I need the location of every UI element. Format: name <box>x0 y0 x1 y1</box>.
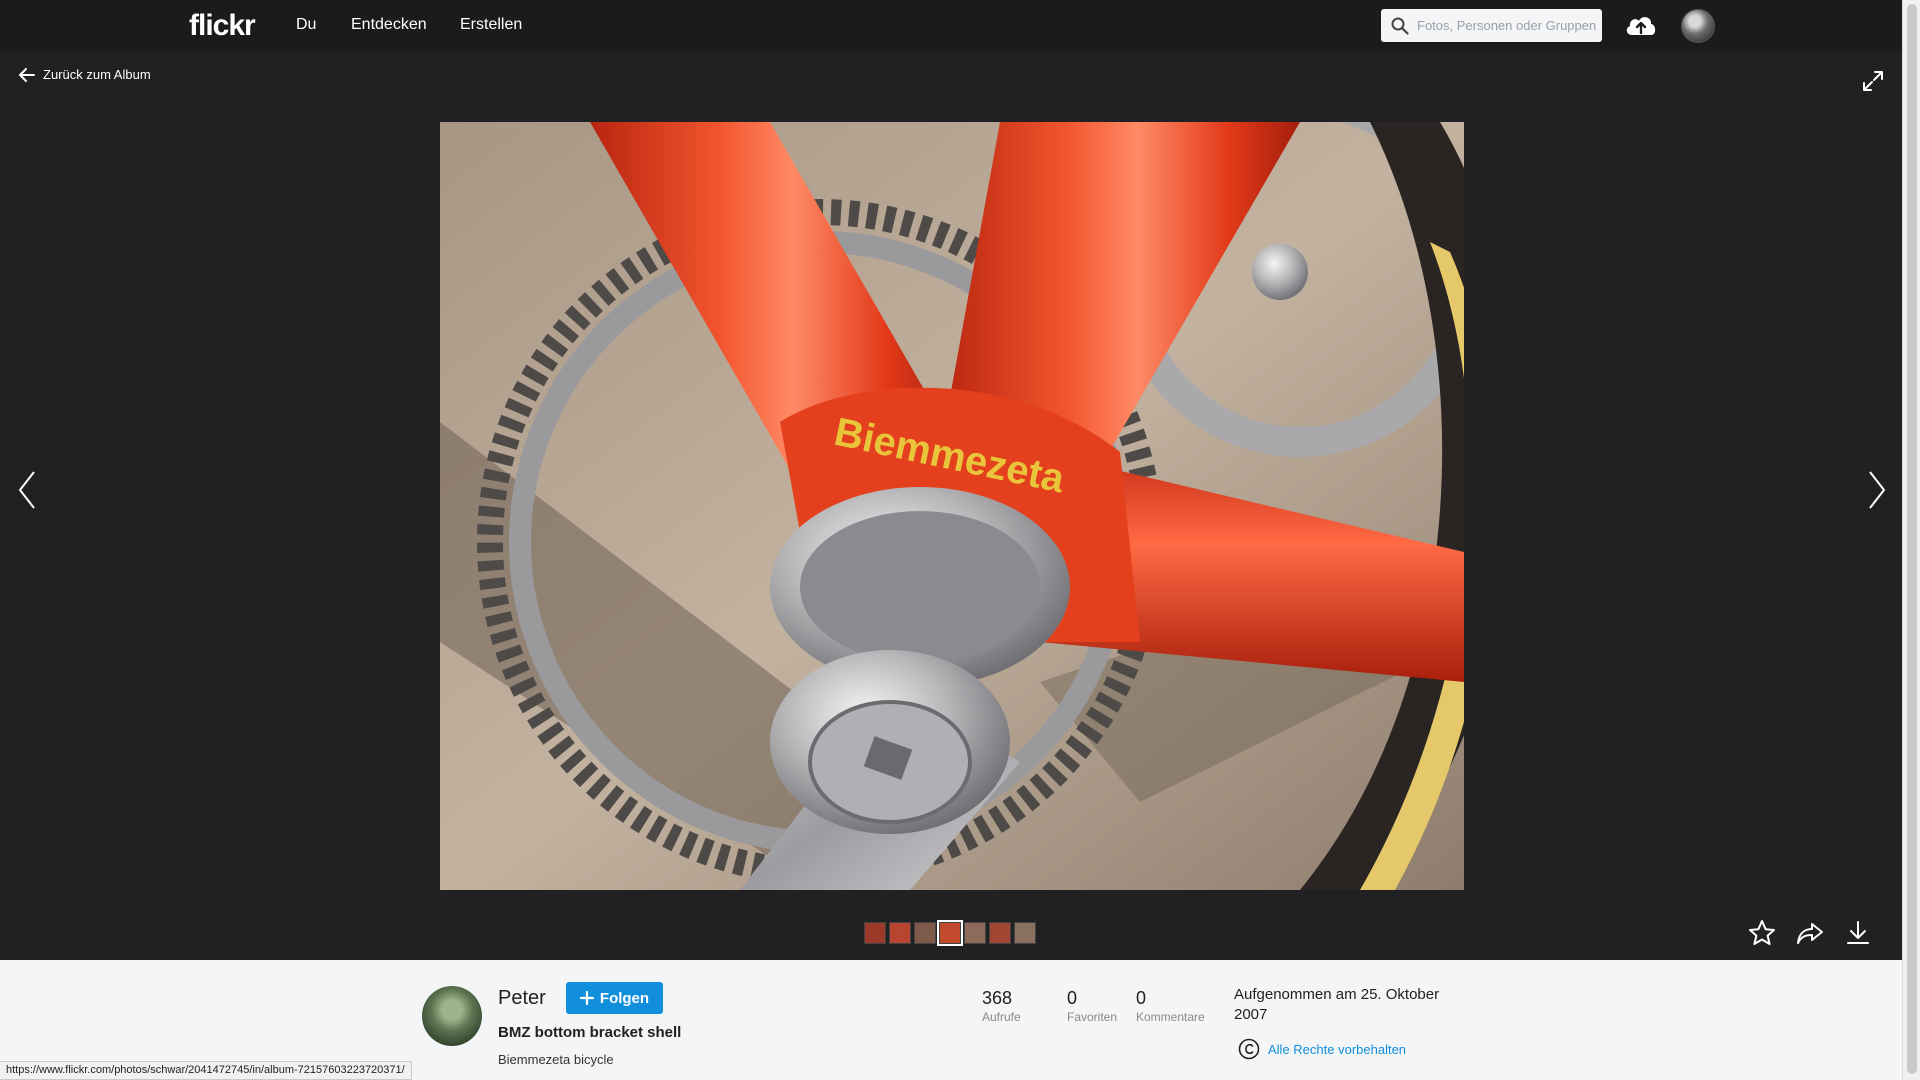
nav-link-entdecken[interactable]: Entdecken <box>351 16 427 34</box>
main-photo[interactable]: Biemmezeta <box>440 122 1464 890</box>
follow-button[interactable]: Folgen <box>566 982 663 1014</box>
browser-status-url: https://www.flickr.com/photos/schwar/204… <box>0 1061 412 1080</box>
license-text: Alle Rechte vorbehalten <box>1268 1041 1407 1057</box>
scrollbar-thumb[interactable] <box>1907 4 1917 1074</box>
nav-link-du[interactable]: Du <box>296 16 316 34</box>
thumbnail[interactable] <box>914 922 936 944</box>
photo-description: Biemmezeta bicycle <box>498 1052 614 1067</box>
photo-filmstrip <box>864 920 1036 946</box>
arrow-left-icon <box>19 67 35 82</box>
search-box[interactable] <box>1381 9 1602 42</box>
back-label: Zurück zum Album <box>43 67 151 82</box>
star-icon[interactable] <box>1747 918 1777 948</box>
next-photo-arrow-icon[interactable] <box>1866 470 1888 510</box>
stat-comments: 0 Kommentare <box>1136 988 1205 1024</box>
stat-label: Favoriten <box>1067 1010 1118 1024</box>
thumbnail[interactable] <box>989 922 1011 944</box>
thumbnail[interactable] <box>889 922 911 944</box>
photo-title: BMZ bottom bracket shell <box>498 1024 682 1041</box>
fullscreen-icon[interactable] <box>1862 70 1884 92</box>
stat-value: 368 <box>982 988 1013 1008</box>
share-icon[interactable] <box>1795 918 1825 948</box>
license-link[interactable]: Alle Rechte vorbehalten <box>1238 1038 1406 1060</box>
top-nav: flickr Du Entdecken Erstellen <box>0 0 1902 51</box>
user-avatar[interactable] <box>1681 9 1715 43</box>
thumbnail[interactable] <box>864 922 886 944</box>
search-input[interactable] <box>1417 9 1599 42</box>
bicycle-photo-image: Biemmezeta <box>440 122 1464 890</box>
follow-label: Folgen <box>599 989 650 1007</box>
owner-name[interactable]: Peter <box>498 987 546 1010</box>
stat-label: Kommentare <box>1136 1010 1205 1024</box>
thumbnail[interactable] <box>1014 922 1036 944</box>
copyright-icon <box>1238 1038 1260 1060</box>
page-scrollbar[interactable] <box>1902 0 1920 1080</box>
stat-views: 368 Aufrufe <box>982 988 1021 1024</box>
previous-photo-arrow-icon[interactable] <box>16 470 38 510</box>
cloud-upload-icon[interactable] <box>1623 11 1659 39</box>
thumbnail[interactable] <box>964 922 986 944</box>
thumbnail-active[interactable] <box>937 920 963 946</box>
search-icon <box>1391 17 1409 35</box>
plus-icon <box>579 991 594 1005</box>
stat-favorites: 0 Favoriten <box>1067 988 1117 1024</box>
stat-value: 0 <box>1136 988 1147 1008</box>
owner-avatar[interactable] <box>422 986 482 1046</box>
date-taken[interactable]: Aufgenommen am 25. Oktober 2007 <box>1234 985 1464 1025</box>
nav-link-erstellen[interactable]: Erstellen <box>460 16 522 34</box>
stat-value: 0 <box>1067 988 1078 1008</box>
download-icon[interactable] <box>1843 918 1873 948</box>
flickr-logo[interactable]: flickr <box>189 9 256 43</box>
back-to-album-link[interactable]: Zurück zum Album <box>19 67 151 82</box>
stat-label: Aufrufe <box>982 1010 1021 1024</box>
